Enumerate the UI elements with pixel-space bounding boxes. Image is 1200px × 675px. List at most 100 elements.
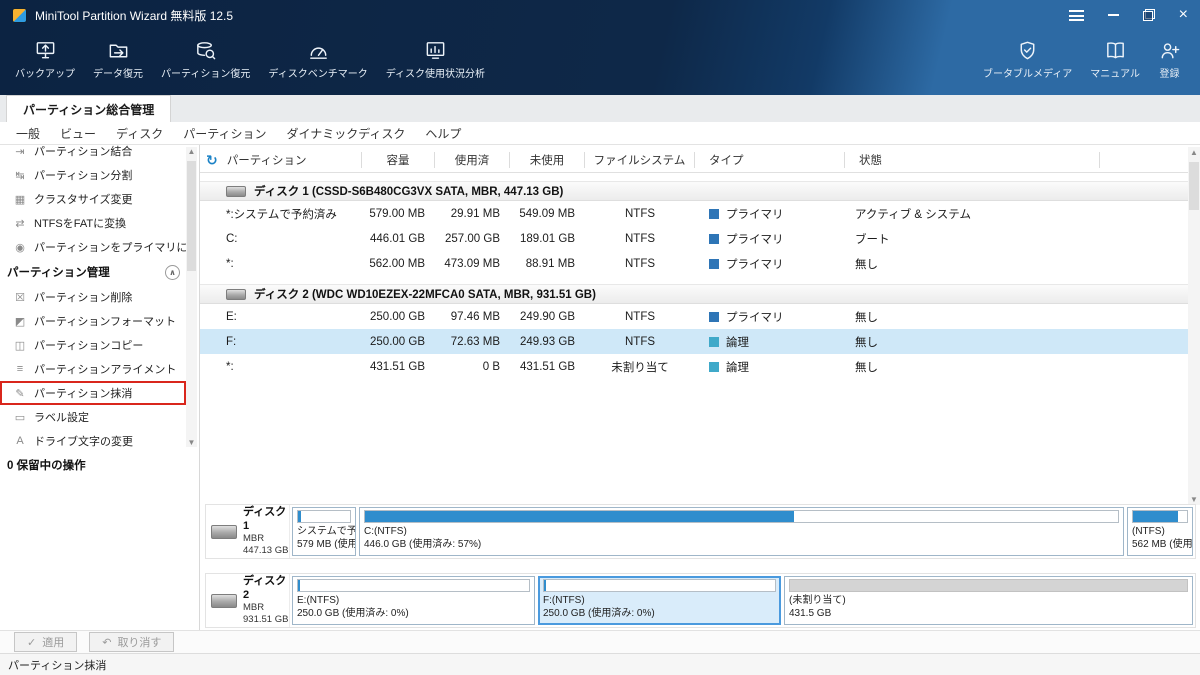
apply-button[interactable]: ✓ 適用 (14, 632, 78, 652)
sidebar-item-format-partition[interactable]: ◩ パーティションフォーマット (0, 309, 186, 333)
scroll-up-icon[interactable]: ▲ (186, 147, 197, 156)
toolbar-label: ディスク使用状況分析 (385, 69, 486, 80)
sidebar-item-change-cluster-size[interactable]: ▦ クラスタサイズ変更 (0, 187, 186, 211)
disk1-header-text: ディスク 1 (CSSD-S6B480CG3VX SATA, MBR, 447.… (254, 186, 564, 198)
refresh-icon[interactable]: ↻ (206, 153, 218, 167)
column-capacity: 容量 (362, 151, 435, 168)
disk2-group-header[interactable]: ディスク 2 (WDC WD10EZEX-22MFCA0 SATA, MBR, … (200, 284, 1188, 304)
disk-size: 931.51 GB (243, 614, 289, 626)
tab-strip: パーティション総合管理 (0, 95, 1200, 122)
restore-button[interactable] (1142, 9, 1155, 21)
diskmap-block-c-drive[interactable]: C:(NTFS) 446.0 GB (使用済み: 57%) (359, 507, 1124, 556)
menu-disk[interactable]: ディスク (106, 122, 173, 145)
disk1-group-header[interactable]: ディスク 1 (CSSD-S6B480CG3VX SATA, MBR, 447.… (200, 181, 1188, 201)
sidebar-scrollbar[interactable]: ▲ ▼ (186, 147, 197, 447)
convert-ntfs-fat-icon: ⇄ (15, 217, 25, 230)
sidebar-nav: ⇥ パーティション結合 ↹ パーティション分割 ▦ クラスタサイズ変更 ⇄ NT… (0, 145, 186, 477)
toolbar-data-recovery[interactable]: データ復元 (84, 34, 152, 82)
scroll-down-icon[interactable]: ▼ (186, 438, 197, 447)
column-status: 状態 (845, 151, 1100, 168)
tab-partition-management[interactable]: パーティション総合管理 (6, 95, 172, 122)
diskmap-block-e-drive[interactable]: E:(NTFS) 250.0 GB (使用済み: 0%) (292, 576, 535, 625)
type-color-swatch (709, 208, 719, 219)
toolbar-bootable-media[interactable]: ブータブルメディア (974, 34, 1081, 82)
partition-row-system-reserved[interactable]: *:システムで予約済み 579.00 MB 29.91 MB 549.09 MB… (200, 201, 1188, 226)
partition-row-f-drive[interactable]: F: 250.00 GB 72.63 MB 249.93 GB NTFS 論理 … (200, 329, 1188, 354)
partition-row-c-drive[interactable]: C: 446.01 GB 257.00 GB 189.01 GB NTFS プラ… (200, 226, 1188, 251)
toolbar-label: マニュアル (1090, 69, 1140, 80)
data-recovery-icon (109, 44, 127, 58)
menu-general[interactable]: 一般 (6, 122, 50, 145)
menu-partition[interactable]: パーティション (173, 122, 276, 145)
sidebar-item-partition-alignment[interactable]: ≡ パーティションアライメント (0, 357, 186, 381)
minimize-button[interactable] (1107, 14, 1119, 16)
type-color-swatch (709, 233, 719, 244)
hdd-icon (226, 185, 246, 197)
disk-scheme: MBR (243, 602, 265, 614)
menu-view[interactable]: ビュー (50, 122, 106, 145)
type-color-swatch (709, 311, 719, 322)
type-color-swatch (709, 361, 719, 372)
copy-partition-icon: ◫ (14, 339, 26, 352)
close-button[interactable]: × (1179, 7, 1188, 23)
toolbar-label: ブータブルメディア (982, 69, 1073, 80)
disk-scheme: MBR (243, 533, 265, 545)
hdd-icon (211, 524, 237, 539)
toolbar-register[interactable]: 登録 (1149, 34, 1190, 82)
toolbar-left-group: バックアップ データ復元 パーティション復元 ディスクベンチマーク ディスク使用… (6, 34, 494, 82)
change-drive-letter-icon: A (16, 435, 24, 447)
backup-icon (36, 42, 54, 59)
diskmap-disk2-info[interactable]: ディスク 2 MBR 931.51 GB (206, 574, 290, 627)
diskmap-block-unallocated[interactable]: (未割り当て) 431.5 GB (784, 576, 1193, 625)
collapse-chevron-icon[interactable]: ∧ (165, 264, 180, 280)
scroll-up-icon[interactable]: ▲ (1188, 148, 1200, 157)
disk-size: 447.13 GB (243, 545, 289, 557)
toolbar-disk-usage-analysis[interactable]: ディスク使用状況分析 (377, 34, 494, 82)
diskmap-block-disk1-other[interactable]: (NTFS) 562 MB (使用 (1127, 507, 1193, 556)
diskmap-block-f-drive[interactable]: F:(NTFS) 250.0 GB (使用済み: 0%) (538, 576, 781, 625)
partition-row-unallocated[interactable]: *: 431.51 GB 0 B 431.51 GB 未割り当て 論理 無し (200, 354, 1188, 379)
table-scrollbar[interactable]: ▲ ▼ (1188, 147, 1200, 505)
scrollbar-thumb[interactable] (1189, 162, 1199, 210)
toolbar-disk-benchmark[interactable]: ディスクベンチマーク (259, 34, 376, 82)
toolbar-label: バックアップ (15, 69, 75, 80)
scrollbar-thumb[interactable] (187, 161, 196, 271)
partition-row-e-drive[interactable]: E: 250.00 GB 97.46 MB 249.90 GB NTFS プライ… (200, 304, 1188, 329)
menu-bar: 一般 ビュー ディスク パーティション ダイナミックディスク ヘルプ (0, 122, 1200, 145)
app-logo-icon (12, 7, 27, 23)
sidebar-item-merge-partition[interactable]: ⇥ パーティション結合 (0, 145, 186, 163)
format-partition-icon: ◩ (14, 315, 26, 328)
toolbar-partition-recovery[interactable]: パーティション復元 (152, 34, 259, 82)
type-color-swatch (709, 336, 719, 347)
sidebar-item-change-drive-letter[interactable]: A ドライブ文字の変更 (0, 429, 186, 453)
hdd-icon (226, 288, 246, 300)
sidebar-item-convert-ntfs-to-fat[interactable]: ⇄ NTFSをFATに変換 (0, 211, 186, 235)
menu-help[interactable]: ヘルプ (415, 122, 471, 145)
sidebar-item-wipe-partition[interactable]: ✎ パーティション抹消 (0, 381, 186, 405)
diskmap-block-system-reserved[interactable]: システムで予約 579 MB (使用 (292, 507, 356, 556)
window-controls: × (1068, 7, 1188, 23)
menu-dynamic-disk[interactable]: ダイナミックディスク (276, 122, 415, 145)
app-window: MiniTool Partition Wizard 無料版 12.5 × バック… (0, 0, 1200, 675)
toolbar-manual[interactable]: マニュアル (1081, 34, 1149, 82)
diskmap-disk1-info[interactable]: ディスク 1 MBR 447.13 GB (206, 505, 290, 558)
undo-button[interactable]: ↶ 取り消す (89, 632, 175, 652)
diskmap-disk2: ディスク 2 MBR 931.51 GB E:(NTFS) 250.0 GB (… (205, 573, 1196, 628)
usage-bar (297, 579, 530, 592)
sidebar-item-split-partition[interactable]: ↹ パーティション分割 (0, 163, 186, 187)
sidebar-item-delete-partition[interactable]: ☒ パーティション削除 (0, 285, 186, 309)
sidebar-item-set-label[interactable]: ▭ ラベル設定 (0, 405, 186, 429)
bootable-media-icon (1020, 41, 1035, 60)
scroll-down-icon[interactable]: ▼ (1188, 495, 1200, 504)
hdd-icon (211, 593, 237, 608)
hamburger-menu-icon[interactable] (1068, 9, 1084, 21)
toolbar-label: データ復元 (93, 69, 143, 80)
usage-bar (1132, 510, 1188, 523)
column-unused: 未使用 (510, 151, 585, 168)
sidebar-item-set-primary[interactable]: ◉ パーティションをプライマリに設定 (0, 235, 186, 259)
partition-row-disk1-other[interactable]: *: 562.00 MB 473.09 MB 88.91 MB NTFS プライ… (200, 251, 1188, 276)
toolbar-backup[interactable]: バックアップ (6, 34, 84, 82)
set-label-icon: ▭ (14, 411, 26, 424)
sidebar-item-copy-partition[interactable]: ◫ パーティションコピー (0, 333, 186, 357)
window-title: MiniTool Partition Wizard 無料版 12.5 (35, 8, 234, 23)
